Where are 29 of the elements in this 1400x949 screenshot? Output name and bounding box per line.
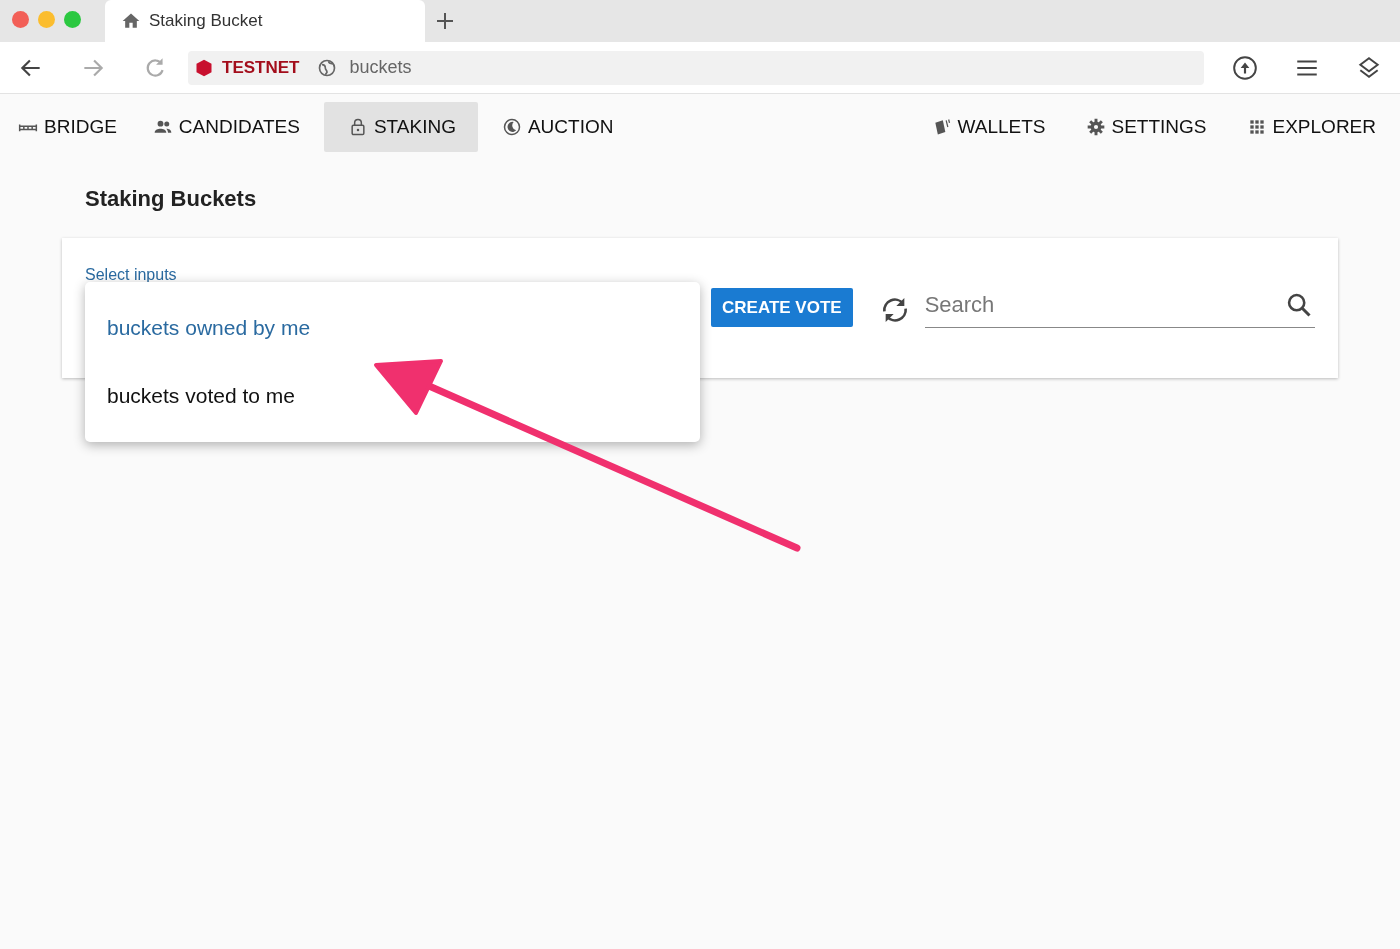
nav-tab[interactable]: AUCTION bbox=[489, 102, 626, 152]
upload-icon[interactable] bbox=[1232, 54, 1258, 81]
close-window-dot[interactable] bbox=[12, 10, 29, 28]
menu-option[interactable]: buckets voted to me bbox=[85, 362, 700, 430]
address-bar[interactable]: TESTNET buckets bbox=[188, 50, 1204, 85]
create-vote-button[interactable]: CREATE VOTE bbox=[711, 288, 853, 327]
menu-option[interactable]: buckets owned by me bbox=[85, 294, 700, 362]
globe-icon bbox=[317, 57, 338, 78]
new-tab-icon[interactable] bbox=[435, 11, 455, 31]
settings-icon bbox=[1085, 117, 1106, 137]
search-icon[interactable] bbox=[1285, 291, 1313, 319]
nav-tab[interactable]: CANDIDATES bbox=[140, 102, 312, 152]
nav-tab[interactable]: EXPLORER bbox=[1234, 102, 1388, 152]
browser-tab[interactable]: Staking Bucket bbox=[105, 0, 425, 42]
nav-tab[interactable]: STAKING bbox=[323, 102, 478, 152]
nav-tab[interactable]: BRIDGE bbox=[6, 102, 129, 152]
select-label: Select inputs bbox=[85, 266, 177, 283]
nav-tab[interactable]: WALLETS bbox=[919, 102, 1058, 152]
layers-icon[interactable] bbox=[1356, 54, 1382, 81]
address-text: buckets bbox=[349, 57, 412, 78]
half-moon-circle-icon bbox=[501, 117, 522, 137]
search-field[interactable]: Search bbox=[924, 282, 1315, 328]
zoom-window-dot[interactable] bbox=[64, 10, 81, 28]
hexagon-icon bbox=[194, 57, 214, 78]
page-title: Staking Buckets bbox=[85, 186, 258, 212]
home-icon bbox=[121, 11, 141, 31]
nav-tab[interactable]: SETTINGS bbox=[1073, 102, 1219, 152]
network-label: TESTNET bbox=[222, 57, 300, 78]
minimize-window-dot[interactable] bbox=[38, 10, 55, 28]
